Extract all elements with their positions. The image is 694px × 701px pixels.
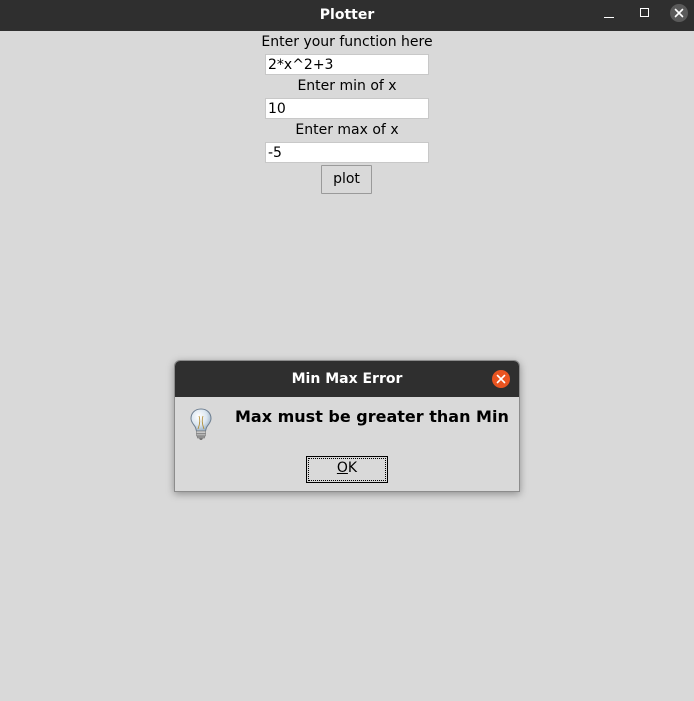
dialog-message: Max must be greater than Min [235,407,509,426]
min-label: Enter min of x [297,78,397,94]
ok-button[interactable]: OK [306,456,388,483]
max-label: Enter max of x [295,122,399,138]
maximize-button[interactable] [631,0,659,31]
dialog-close-button[interactable] [491,369,511,389]
minimize-icon [604,17,614,18]
close-icon [492,370,510,388]
dialog-title: Min Max Error [291,371,403,387]
max-x-input[interactable] [265,142,429,163]
dialog-titlebar: Min Max Error [175,361,519,397]
lightbulb-icon [190,408,212,440]
window-title: Plotter [319,7,375,23]
plot-button[interactable]: plot [321,165,372,194]
error-dialog: Min Max Error Max must be greater than M… [174,360,520,492]
function-input[interactable] [265,54,429,75]
minimize-button[interactable] [596,0,624,31]
maximize-icon [640,8,649,17]
close-icon [670,4,688,22]
window-titlebar: Plotter [0,0,694,31]
min-x-input[interactable] [265,98,429,119]
focus-ring [308,458,386,481]
close-button[interactable] [664,0,692,31]
function-label: Enter your function here [261,34,433,50]
